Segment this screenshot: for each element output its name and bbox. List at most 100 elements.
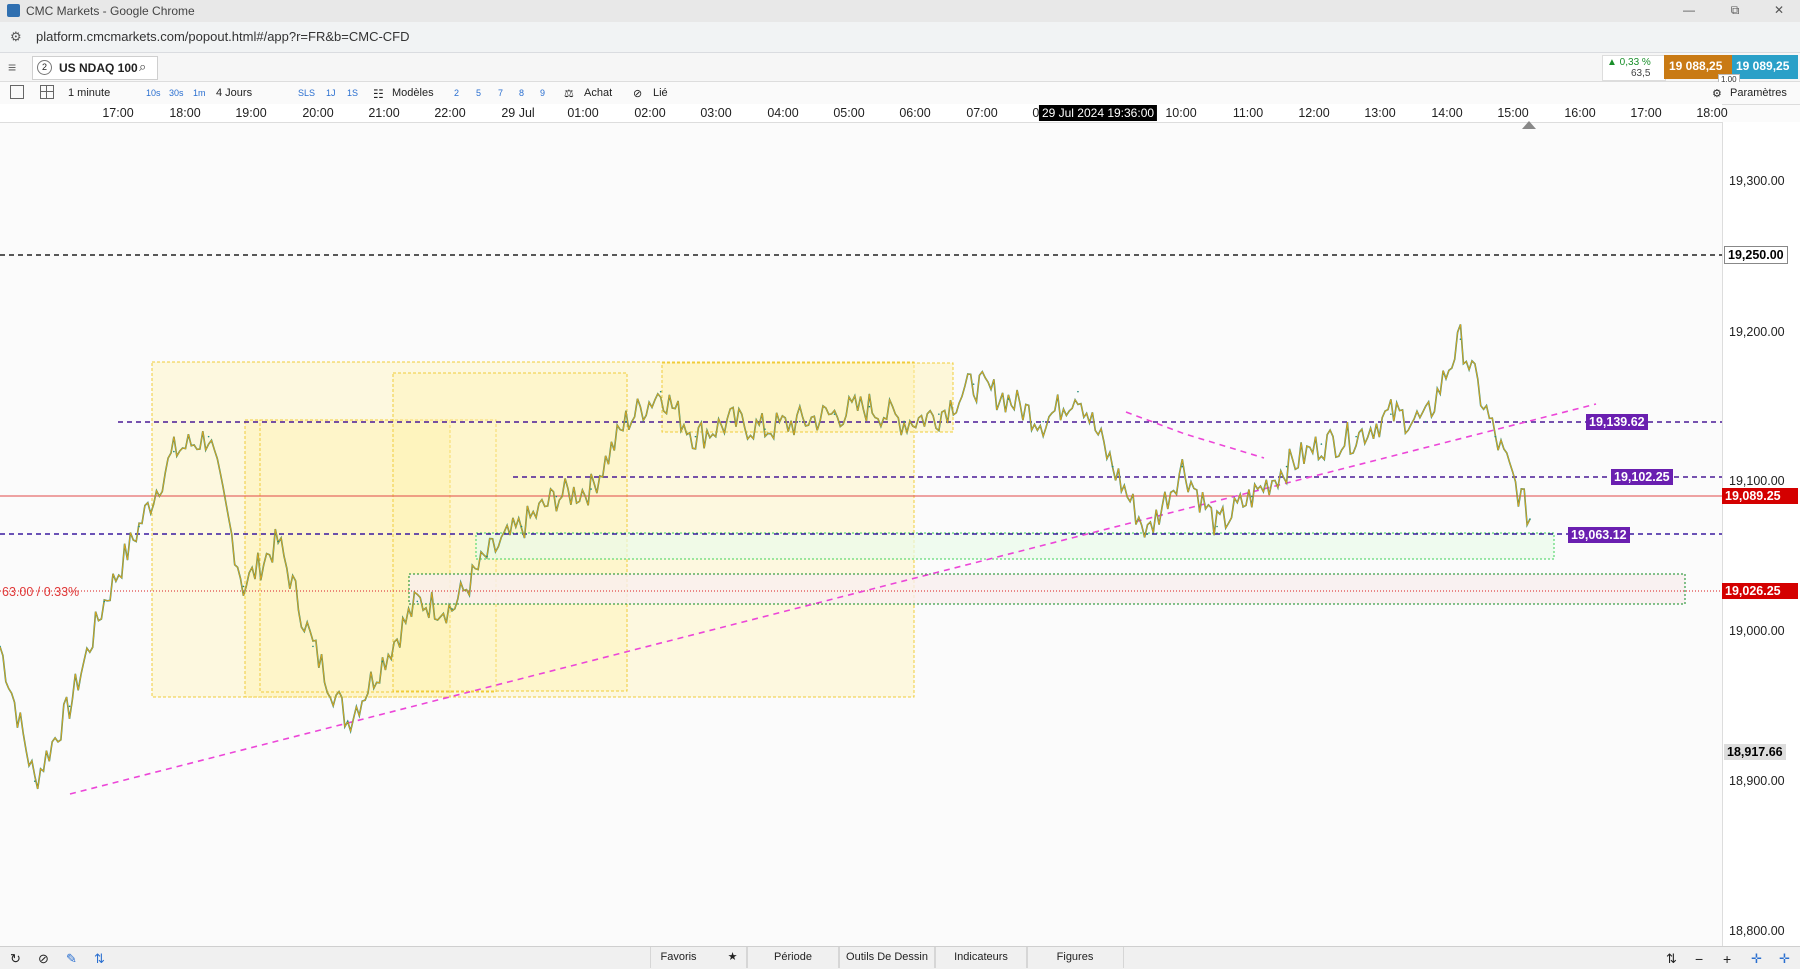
layout-grid-icon[interactable] [40,85,54,99]
buy-price-button[interactable]: 19 089,25 [1732,55,1798,79]
minimize-button[interactable]: — [1666,0,1712,22]
preset-7[interactable]: 7 [498,88,503,98]
price-point [68,705,71,708]
price-point [103,600,106,603]
preset-8[interactable]: 8 [519,88,524,98]
support-zone [475,532,1555,560]
interval-1m[interactable]: 1m [193,88,206,98]
tool-1s[interactable]: 1S [347,88,358,98]
restore-button[interactable]: ⧉ [1712,0,1758,22]
time-tick: 20:00 [302,106,334,120]
time-tick: 17:00 [102,106,134,120]
interval-selector[interactable]: 1 minute [68,87,110,99]
link-icon[interactable]: ⊘ [633,87,642,100]
time-tick: 15:00 [1497,106,1529,120]
time-tick: 02:00 [634,106,666,120]
tab-outils-de-dessin[interactable]: Outils De Dessin [838,947,936,968]
tool-1j[interactable]: 1J [326,88,336,98]
zoom-in-icon[interactable]: + [1723,951,1731,967]
zoom-out-icon[interactable]: − [1695,951,1703,967]
star-icon[interactable]: ★ [728,951,738,963]
crosshair-time-label: 29 Jul 2024 19:36:00 [1038,105,1158,121]
price-point [416,600,419,603]
price-point [346,720,349,723]
tab-periode[interactable]: Période [746,947,840,968]
price-point [381,660,384,663]
url-field[interactable]: platform.cmcmarkets.com/popout.html#/app… [36,29,410,44]
interval-30s[interactable]: 30s [169,88,184,98]
settings-button[interactable]: Paramètres [1730,87,1787,99]
tab-indicateurs[interactable]: Indicateurs [934,947,1028,968]
interval-10s[interactable]: 10s [146,88,161,98]
linked-toggle[interactable]: Lié [653,87,668,99]
close-button[interactable]: ✕ [1756,0,1800,22]
instrument-selector[interactable]: 2 US NDAQ 100 ⌕ [32,56,158,80]
tool-sls[interactable]: SLS [298,88,315,98]
time-axis: 17:00 18:00 19:00 20:00 21:00 22:00 29 J… [0,104,1728,123]
tab-favoris[interactable]: Favoris ★ [650,947,748,968]
panel-icon[interactable] [10,85,24,99]
price-point [1077,390,1079,393]
price-point [1494,435,1497,438]
time-tick: 12:00 [1298,106,1330,120]
change-percent: ▲ 0,33 % [1607,57,1651,68]
menu-icon[interactable]: ≡ [8,59,16,75]
order-side-button[interactable]: Achat [584,87,612,99]
templates-button[interactable]: Modèles [392,87,434,99]
trend-line [1125,411,1265,459]
search-icon[interactable]: ⌕ [139,59,146,75]
price-point [798,420,801,423]
price-point [1285,465,1288,468]
time-tick: 10:00 [1165,106,1197,120]
preset-2[interactable]: 2 [454,88,459,98]
time-tick: 07:00 [966,106,998,120]
fit-icon[interactable]: ⇅ [1666,951,1677,967]
window-title: CMC Markets - Google Chrome [26,4,195,18]
price-point [33,780,36,782]
price-marker-icon[interactable] [1522,121,1536,129]
price-point [207,435,210,438]
clear-icon[interactable]: ⊘ [38,951,49,967]
app-icon [7,4,20,17]
price-point [173,450,175,453]
crosshair-icon[interactable]: ✛ [1751,951,1762,967]
gear-icon[interactable]: ⚙ [1712,87,1722,100]
level-label-19250: 19,250.00 [1724,246,1788,264]
time-tick: 14:00 [1431,106,1463,120]
refresh-icon[interactable]: ↻ [10,951,21,967]
tab-label: Favoris [660,951,697,963]
bottom-bar: ↻ ⊘ ✎ ⇅ Favoris ★ Période Outils De Dess… [0,946,1800,969]
site-settings-icon[interactable]: ⚙ [10,29,22,45]
time-tick: 11:00 [1232,106,1264,120]
price-point [1042,420,1044,423]
address-bar: ⚙ platform.cmcmarkets.com/popout.html#/a… [0,22,1800,53]
price-point [138,525,140,528]
level-label-19063: 19,063.12 [1568,527,1630,543]
pencil-icon[interactable]: ✎ [66,951,77,967]
price-chart[interactable]: 63.00 / 0.33% [0,122,1722,946]
instrument-bar: ≡ 2 US NDAQ 100 ⌕ ▲ 0,33 % 63,5 19 088,2… [0,53,1800,85]
chart-number-badge: 2 [37,60,52,75]
preset-9[interactable]: 9 [540,88,545,98]
price-tick: 19,100.00 [1729,474,1785,488]
time-tick: 04:00 [767,106,799,120]
templates-icon[interactable]: ☷ [373,87,384,101]
buy-price: 19 089,25 [1736,59,1790,73]
time-tick: 01:00 [567,106,599,120]
time-tick: 06:00 [899,106,931,120]
time-tick: 05:00 [833,106,865,120]
time-tick: 18:00 [1696,106,1728,120]
tab-figures[interactable]: Figures [1026,947,1124,968]
range-selector[interactable]: 4 Jours [216,87,252,99]
crosshair-lock-icon[interactable]: ✛ [1779,951,1790,967]
price-point [520,525,523,528]
current-price-label: 19,089.25 [1722,488,1798,504]
price-point [555,495,558,498]
sell-price: 19 088,25 [1669,59,1723,73]
preset-5[interactable]: 5 [476,88,481,98]
scale-icon[interactable]: ⚖ [564,87,574,100]
cursor-icon[interactable]: ⇅ [94,951,105,967]
change-box: ▲ 0,33 % 63,5 [1602,55,1666,81]
time-tick: 13:00 [1364,106,1396,120]
price-point [1355,435,1357,438]
